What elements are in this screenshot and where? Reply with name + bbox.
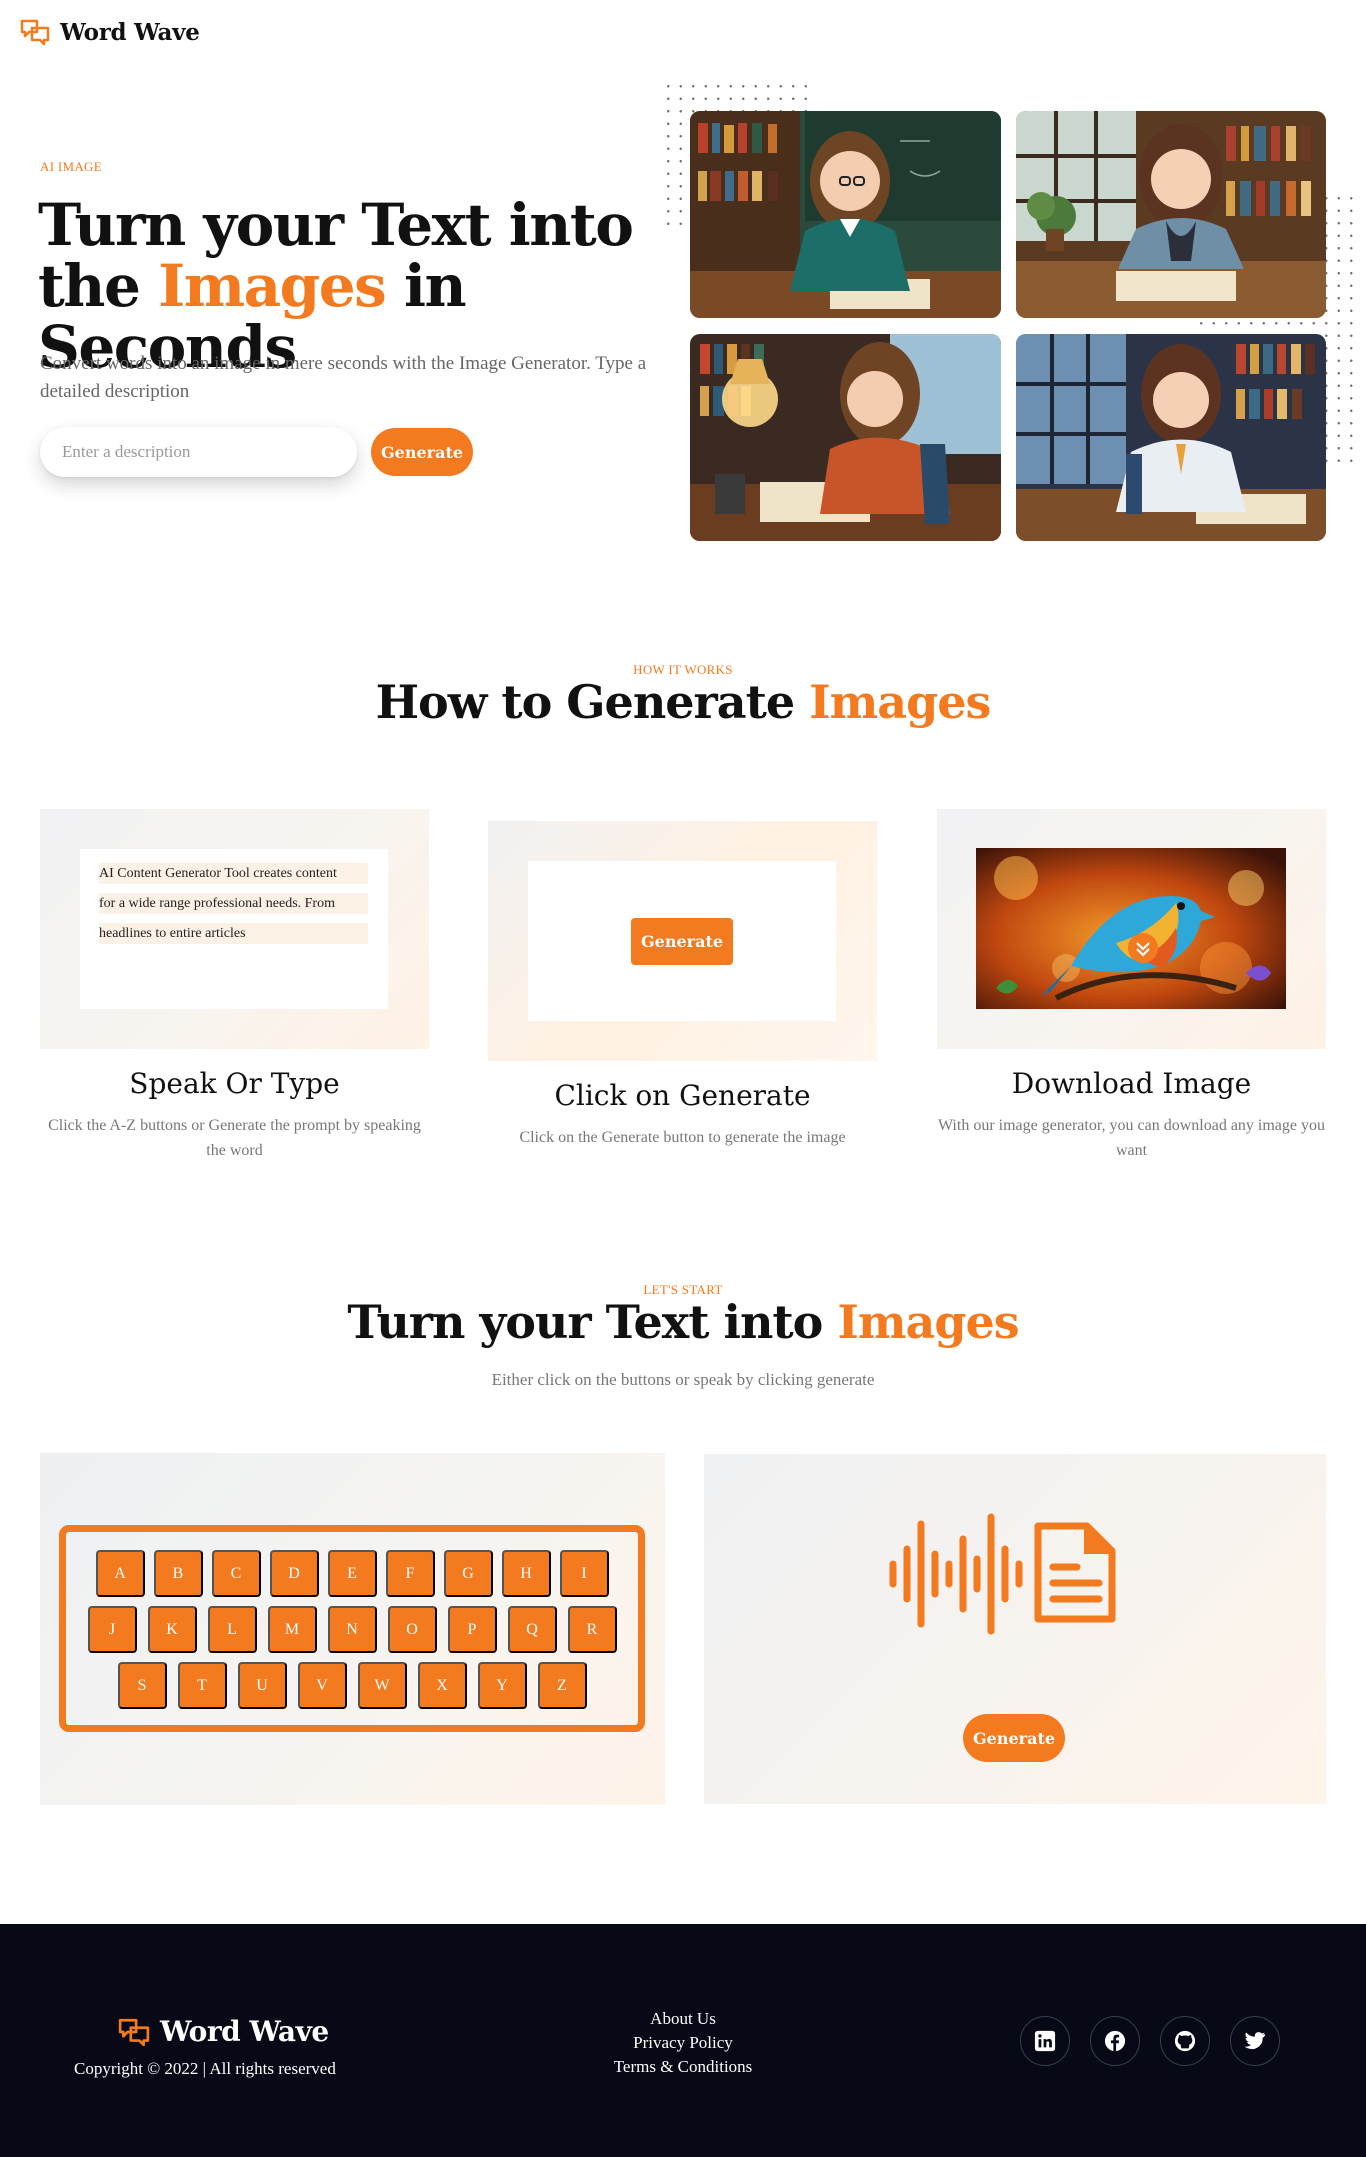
bird-sample-image [976, 848, 1286, 1009]
key-i[interactable]: I [559, 1550, 609, 1597]
start-title: Turn your Text into Images [0, 1295, 1366, 1349]
key-q[interactable]: Q [507, 1606, 557, 1653]
footer: Word Wave Copyright © 2022 | All rights … [0, 1924, 1366, 2157]
sample-text-line: for a wide range professional needs. Fro… [99, 893, 368, 914]
key-s[interactable]: S [117, 1662, 167, 1709]
key-x[interactable]: X [417, 1662, 467, 1709]
social-links [1020, 2016, 1280, 2066]
key-a[interactable]: A [95, 1550, 145, 1597]
step-card-generate: Generate [488, 821, 877, 1061]
voice-generate-button[interactable]: Generate [963, 1714, 1065, 1762]
twitter-icon[interactable] [1230, 2016, 1280, 2066]
sample-text-line: AI Content Generator Tool creates conten… [99, 863, 368, 884]
key-u[interactable]: U [237, 1662, 287, 1709]
footer-brand-name: Word Wave [160, 2015, 329, 2048]
copyright-text: Copyright © 2022 | All rights reserved [74, 2059, 336, 2078]
hero-title-prefix: the [38, 252, 159, 320]
keyboard-row: ABCDEFGHI [66, 1550, 638, 1597]
key-g[interactable]: G [443, 1550, 493, 1597]
key-d[interactable]: D [269, 1550, 319, 1597]
soundwave-document-icon [889, 1513, 1116, 1635]
sample-text-line: headlines to entire articles [99, 923, 368, 944]
key-p[interactable]: P [447, 1606, 497, 1653]
step-title-download: Download Image [1011, 1067, 1252, 1100]
generate-demo-panel: Generate [528, 861, 836, 1021]
key-j[interactable]: J [87, 1606, 137, 1653]
github-icon[interactable] [1160, 2016, 1210, 2066]
step-desc-download: With our image generator, you can downlo… [937, 1117, 1326, 1159]
hero-generate-button[interactable]: Generate [371, 428, 473, 476]
chat-bubbles-logo-icon[interactable] [20, 18, 50, 46]
gallery-image-2 [1016, 111, 1326, 318]
key-f[interactable]: F [385, 1550, 435, 1597]
footer-link-privacy[interactable]: Privacy Policy [583, 2031, 783, 2055]
footer-brand: Word Wave [118, 2015, 329, 2048]
step-desc-speak: Click the A-Z buttons or Generate the pr… [48, 1117, 421, 1159]
step-card-speak: AI Content Generator Tool creates conten… [40, 809, 429, 1049]
keyboard-row: JKLMNOPQR [66, 1606, 638, 1653]
key-r[interactable]: R [567, 1606, 617, 1653]
gallery-image-1 [690, 111, 1001, 318]
start-title-highlight: Images [837, 1295, 1019, 1349]
demo-generate-button[interactable]: Generate [631, 917, 733, 965]
sample-text-panel: AI Content Generator Tool creates conten… [80, 849, 388, 1009]
step-desc-generate: Click on the Generate button to generate… [519, 1129, 846, 1146]
how-title-prefix: How to Generate [375, 675, 810, 729]
start-title-prefix: Turn your Text into [347, 1295, 838, 1349]
key-m[interactable]: M [267, 1606, 317, 1653]
step-title-speak: Speak Or Type [129, 1067, 340, 1100]
description-input[interactable] [40, 427, 357, 477]
key-o[interactable]: O [387, 1606, 437, 1653]
keyboard-row: STUVWXYZ [66, 1662, 638, 1709]
step-card-download [937, 809, 1326, 1049]
how-title: How to Generate Images [0, 675, 1366, 729]
footer-link-about[interactable]: About Us [583, 2007, 783, 2031]
hero-subtitle: Convert words into an image in mere seco… [40, 353, 647, 402]
hero-eyebrow: AI IMAGE [40, 159, 102, 174]
key-b[interactable]: B [153, 1550, 203, 1597]
brand-name[interactable]: Word Wave [60, 19, 200, 46]
linkedin-icon[interactable] [1020, 2016, 1070, 2066]
footer-links: About Us Privacy Policy Terms & Conditio… [583, 2007, 783, 2079]
key-h[interactable]: H [501, 1550, 551, 1597]
key-v[interactable]: V [297, 1662, 347, 1709]
hero-title-highlight: Images [158, 252, 387, 320]
facebook-icon[interactable] [1090, 2016, 1140, 2066]
keyboard-card: ABCDEFGHI JKLMNOPQR STUVWXYZ [40, 1453, 665, 1805]
how-title-highlight: Images [809, 675, 991, 729]
key-n[interactable]: N [327, 1606, 377, 1653]
key-z[interactable]: Z [537, 1662, 587, 1709]
step-title-generate: Click on Generate [554, 1079, 811, 1112]
hero-title-line1: Turn your Text into [38, 191, 634, 259]
key-c[interactable]: C [211, 1550, 261, 1597]
footer-link-terms[interactable]: Terms & Conditions [583, 2055, 783, 2079]
gallery-image-4 [1016, 334, 1326, 541]
key-w[interactable]: W [357, 1662, 407, 1709]
key-t[interactable]: T [177, 1662, 227, 1709]
key-e[interactable]: E [327, 1550, 377, 1597]
key-l[interactable]: L [207, 1606, 257, 1653]
key-k[interactable]: K [147, 1606, 197, 1653]
hero-form: Generate [40, 427, 473, 477]
gallery-image-3 [690, 334, 1001, 541]
voice-card: Generate [704, 1454, 1326, 1804]
chat-bubbles-logo-icon [118, 2018, 150, 2046]
alphabet-keyboard: ABCDEFGHI JKLMNOPQR STUVWXYZ [59, 1525, 645, 1732]
start-subtitle: Either click on the buttons or speak by … [491, 1370, 875, 1389]
top-nav: Word Wave [20, 18, 200, 46]
key-y[interactable]: Y [477, 1662, 527, 1709]
